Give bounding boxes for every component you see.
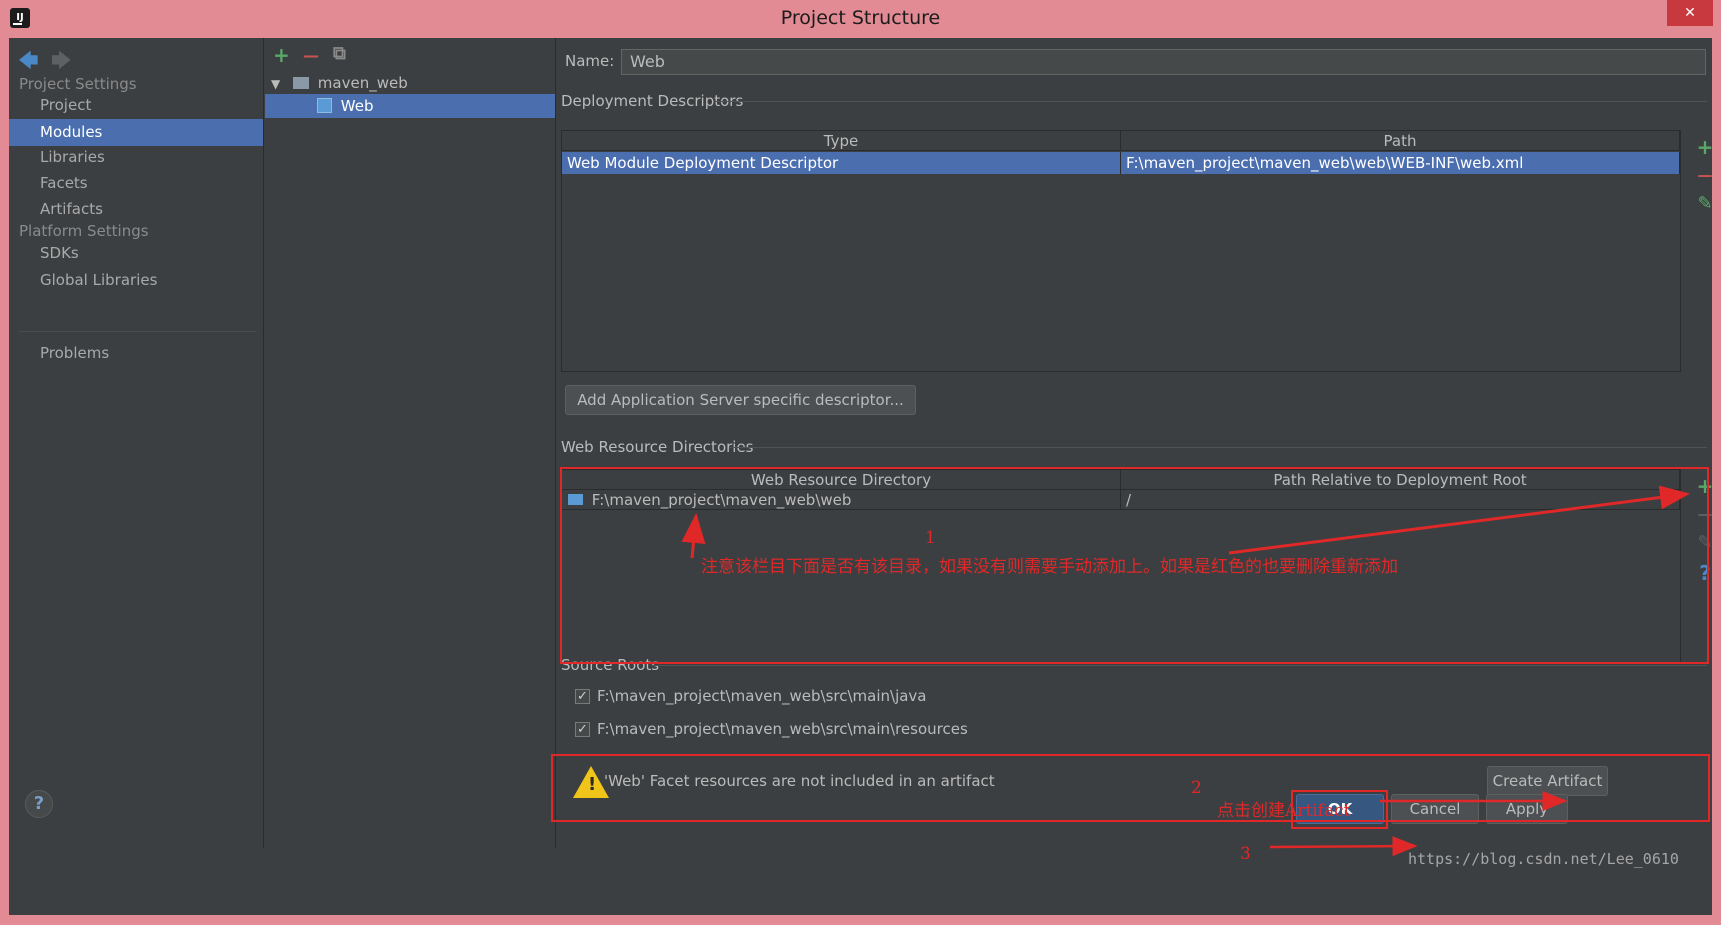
window-title: Project Structure (780, 7, 941, 29)
annotation-arrows (681, 485, 1690, 857)
arrow-to-add-icon (1228, 485, 1690, 555)
title-bar: IJ Project Structure ✕ (0, 0, 1721, 38)
arrow-to-directory (681, 513, 706, 559)
arrow-to-ok (1269, 836, 1418, 857)
close-button[interactable]: ✕ (1667, 0, 1713, 26)
project-structure-dialog: 🡄 🡆 Project Settings Project Modules Lib… (9, 38, 1713, 915)
watermark: https://blog.csdn.net/Lee_0610 (1408, 850, 1679, 868)
